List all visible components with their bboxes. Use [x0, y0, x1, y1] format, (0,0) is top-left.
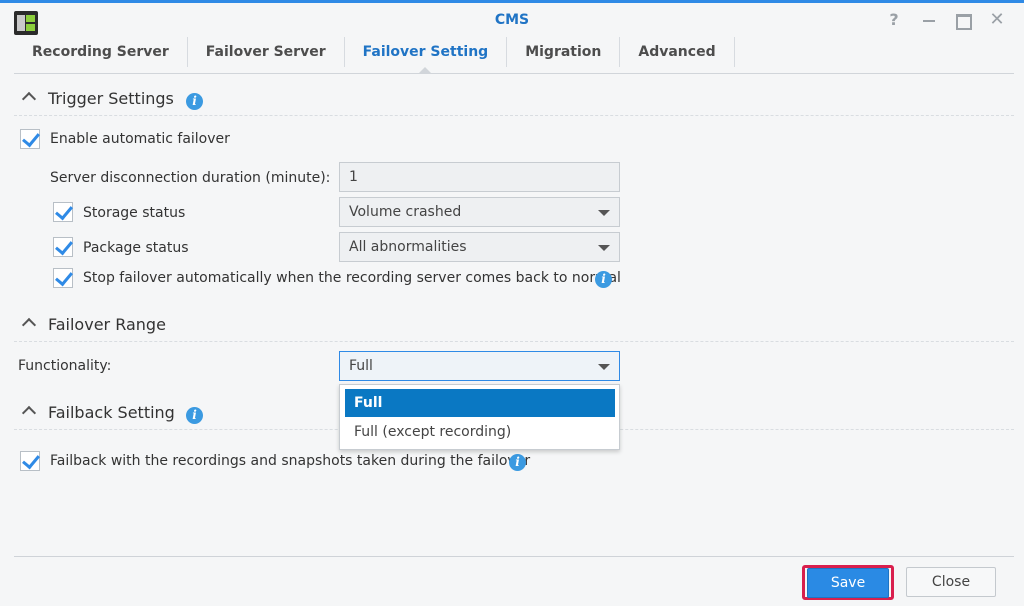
trigger-settings-title: Trigger Settings — [48, 89, 174, 108]
failback-recordings-label: Failback with the recordings and snapsho… — [50, 453, 531, 469]
package-status-value: All abnormalities — [349, 239, 467, 255]
tab-advanced[interactable]: Advanced — [620, 37, 735, 67]
save-button[interactable]: Save — [807, 568, 889, 598]
info-icon[interactable]: i — [595, 271, 612, 288]
chevron-up-icon[interactable] — [21, 91, 37, 107]
info-icon[interactable]: i — [186, 93, 203, 110]
storage-status-select[interactable]: Volume crashed — [339, 197, 620, 227]
enable-failover-label: Enable automatic failover — [50, 131, 230, 147]
package-status-label: Package status — [83, 240, 189, 256]
close-button[interactable]: Close — [906, 567, 996, 597]
caret-down-icon — [598, 364, 610, 370]
tab-bar: Recording Server Failover Server Failove… — [14, 37, 735, 73]
info-icon[interactable]: i — [509, 454, 526, 471]
storage-status-label: Storage status — [83, 205, 186, 221]
maximize-icon[interactable] — [952, 10, 972, 30]
failback-recordings-checkbox[interactable] — [20, 451, 40, 471]
enable-failover-checkbox[interactable] — [20, 129, 40, 149]
option-full[interactable]: Full — [345, 389, 615, 417]
close-icon[interactable]: ✕ — [987, 10, 1007, 30]
disconnect-duration-input[interactable]: 1 — [339, 162, 620, 192]
info-icon[interactable]: i — [186, 407, 203, 424]
tab-divider — [14, 73, 1014, 74]
storage-status-value: Volume crashed — [349, 204, 462, 220]
caret-down-icon — [598, 245, 610, 251]
package-status-checkbox[interactable] — [53, 237, 73, 257]
disconnect-duration-value: 1 — [349, 169, 358, 185]
tab-failover-server[interactable]: Failover Server — [188, 37, 345, 67]
failback-setting-title: Failback Setting — [48, 403, 175, 422]
stop-failover-label: Stop failover automatically when the rec… — [83, 270, 621, 286]
help-icon[interactable]: ? — [884, 10, 904, 30]
trigger-settings-header[interactable]: Trigger Settings i — [14, 86, 1014, 116]
package-status-select[interactable]: All abnormalities — [339, 232, 620, 262]
caret-down-icon — [598, 210, 610, 216]
tab-recording-server[interactable]: Recording Server — [14, 37, 188, 67]
option-full-except-recording[interactable]: Full (except recording) — [345, 418, 615, 446]
footer-divider — [14, 556, 1014, 557]
failover-range-title: Failover Range — [48, 315, 166, 334]
failover-range-header[interactable]: Failover Range — [14, 312, 1014, 342]
tab-failover-setting[interactable]: Failover Setting — [345, 37, 508, 73]
functionality-dropdown: Full Full (except recording) — [339, 384, 620, 450]
tab-migration[interactable]: Migration — [507, 37, 621, 67]
disconnect-duration-label: Server disconnection duration (minute): — [50, 170, 331, 186]
minimize-icon[interactable] — [919, 10, 939, 30]
functionality-select[interactable]: Full — [339, 351, 620, 381]
stop-failover-checkbox[interactable] — [53, 268, 73, 288]
chevron-up-icon[interactable] — [21, 405, 37, 421]
functionality-label: Functionality: — [18, 358, 112, 374]
storage-status-checkbox[interactable] — [53, 202, 73, 222]
title-bar: CMS ? ✕ — [0, 3, 1024, 37]
window-title: CMS — [494, 12, 530, 28]
chevron-up-icon[interactable] — [21, 317, 37, 333]
functionality-value: Full — [349, 358, 373, 374]
